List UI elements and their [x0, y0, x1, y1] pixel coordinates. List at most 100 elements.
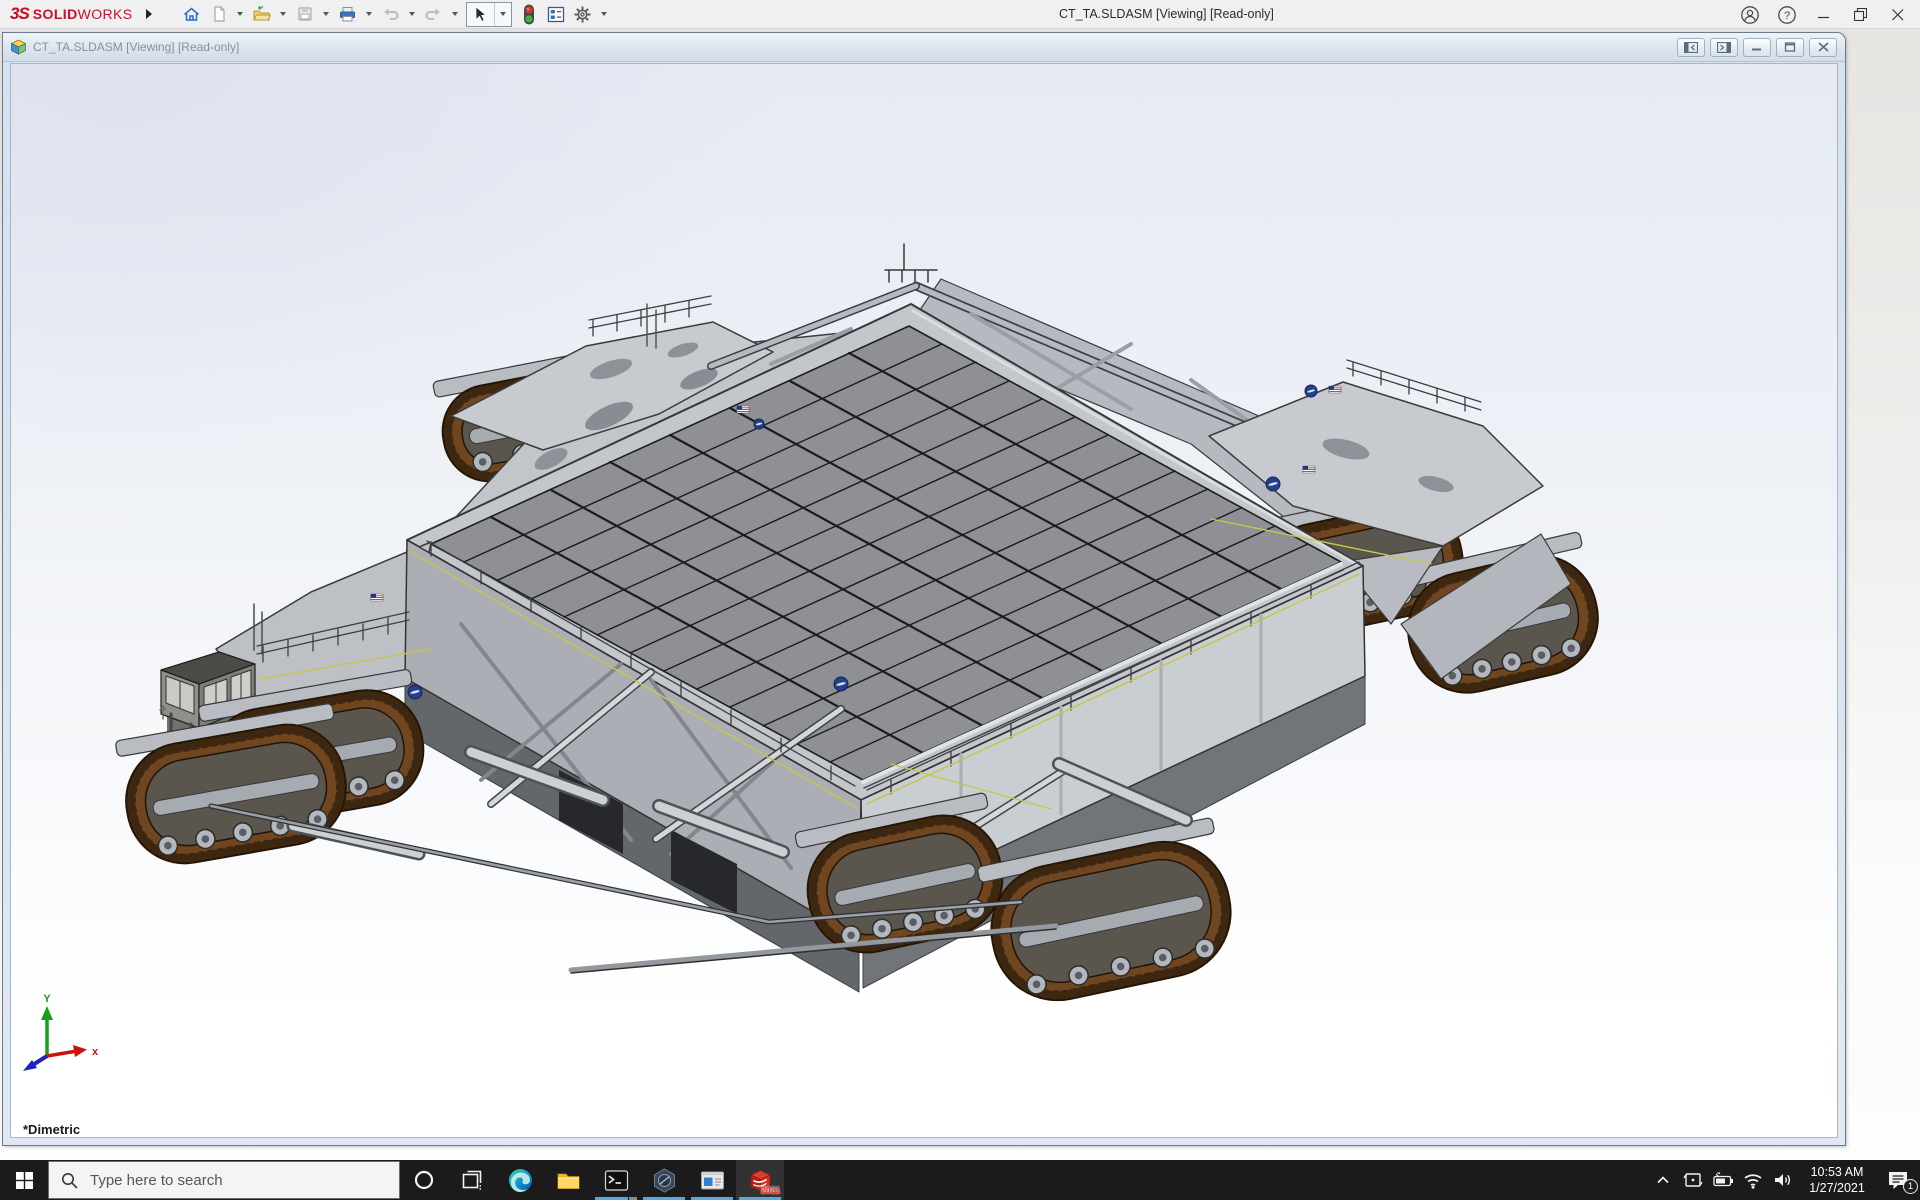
battery-charging-icon	[1711, 1170, 1735, 1190]
search-input[interactable]	[88, 1171, 358, 1190]
doc-minimize-icon	[1751, 42, 1763, 52]
collapse-left-pane-button[interactable]	[1677, 38, 1705, 57]
taskbar-window-app-button[interactable]	[688, 1160, 736, 1200]
options-button[interactable]	[569, 2, 596, 27]
doc-close-button[interactable]	[1809, 38, 1837, 57]
new-document-button[interactable]	[205, 2, 232, 27]
taskbar-search[interactable]	[48, 1161, 400, 1199]
task-view-icon	[459, 1167, 485, 1193]
file-explorer-icon	[555, 1167, 582, 1194]
undo-icon	[381, 5, 400, 23]
minimize-button[interactable]	[1805, 0, 1842, 29]
print-dropdown[interactable]	[366, 12, 372, 16]
doc-restore-icon	[1784, 42, 1796, 52]
hexagon-app-icon	[651, 1167, 678, 1194]
assembly-document-icon	[10, 39, 27, 55]
restore-icon	[1854, 8, 1867, 21]
document-title: CT_TA.SLDASM [Viewing] [Read-only]	[33, 40, 239, 54]
open-button[interactable]	[248, 2, 275, 27]
help-button[interactable]: ?	[1768, 0, 1805, 29]
options-dropdown[interactable]	[601, 12, 607, 16]
document-titlebar[interactable]: CT_TA.SLDASM [Viewing] [Read-only]	[3, 33, 1845, 62]
crawler-transporter-model[interactable]	[11, 64, 1838, 1111]
mdi-background: CT_TA.SLDASM [Viewing] [Read-only]	[0, 29, 1920, 1160]
undo-button[interactable]	[377, 2, 404, 27]
select-tool-group	[466, 2, 512, 27]
minimize-icon	[1818, 9, 1830, 21]
print-button[interactable]	[334, 2, 361, 27]
undo-dropdown[interactable]	[409, 12, 415, 16]
notification-badge: 1	[1903, 1179, 1918, 1194]
print-icon	[338, 5, 357, 23]
select-button[interactable]	[467, 2, 494, 27]
redo-icon	[424, 5, 443, 23]
solidworks-logo: 3S SOLID WORKS	[10, 4, 132, 24]
taskbar-command-prompt-button[interactable]	[592, 1160, 640, 1200]
save-button[interactable]	[291, 2, 318, 27]
traffic-light-icon	[523, 4, 535, 25]
select-dropdown[interactable]	[500, 12, 506, 16]
speaker-icon	[1771, 1170, 1795, 1190]
edge-icon	[507, 1167, 534, 1194]
display-list-icon	[547, 6, 565, 23]
doc-close-icon	[1818, 42, 1829, 52]
pane-right-icon	[1717, 42, 1731, 53]
document-window: CT_TA.SLDASM [Viewing] [Read-only]	[2, 32, 1846, 1146]
taskbar-solidworks-button[interactable]: 2021	[736, 1160, 784, 1200]
tablet-mode-icon	[1682, 1170, 1704, 1190]
tablet-mode-button[interactable]	[1678, 1160, 1708, 1200]
display-pane-button[interactable]	[542, 2, 569, 27]
redo-button[interactable]	[420, 2, 447, 27]
redo-dropdown[interactable]	[452, 12, 458, 16]
close-button[interactable]	[1879, 0, 1916, 29]
cortana-button[interactable]	[400, 1160, 448, 1200]
save-dropdown[interactable]	[323, 12, 329, 16]
svg-text:x: x	[92, 1046, 99, 1058]
app-window-controls: ?	[1731, 0, 1916, 29]
top-railing	[885, 244, 937, 282]
restore-button[interactable]	[1842, 0, 1879, 29]
3ds-logo-mark: 3S	[10, 4, 29, 24]
hidden-icons-button[interactable]	[1648, 1160, 1678, 1200]
select-separator	[494, 3, 495, 26]
view-orientation-label: *Dimetric	[23, 1122, 80, 1137]
app-titlebar: 3S SOLID WORKS	[0, 0, 1920, 29]
svg-text:Y: Y	[43, 993, 51, 1005]
network-button[interactable]	[1738, 1160, 1768, 1200]
help-icon: ?	[1777, 5, 1797, 25]
command-prompt-icon	[603, 1167, 630, 1194]
account-icon	[1740, 5, 1760, 25]
close-icon	[1892, 9, 1904, 21]
home-button[interactable]	[178, 2, 205, 27]
home-icon	[182, 5, 201, 23]
open-folder-icon	[252, 5, 271, 23]
doc-minimize-button[interactable]	[1743, 38, 1771, 57]
menu-flyout-arrow-icon[interactable]	[146, 9, 152, 19]
windows-logo-icon	[16, 1172, 33, 1189]
doc-restore-button[interactable]	[1776, 38, 1804, 57]
app-title: CT_TA.SLDASM [Viewing] [Read-only]	[1059, 0, 1274, 29]
tray-time: 10:53 AM	[1809, 1164, 1865, 1180]
svg-text:?: ?	[1783, 10, 1789, 22]
taskbar-file-explorer-button[interactable]	[544, 1160, 592, 1200]
graphics-viewport[interactable]: Y x *Dimetric	[10, 63, 1838, 1138]
chevron-up-icon	[1655, 1172, 1671, 1188]
task-view-button[interactable]	[448, 1160, 496, 1200]
collapse-right-pane-button[interactable]	[1710, 38, 1738, 57]
gear-icon	[573, 5, 592, 24]
start-button[interactable]	[0, 1160, 48, 1200]
new-document-dropdown[interactable]	[237, 12, 243, 16]
taskbar-hexagon-app-button[interactable]	[640, 1160, 688, 1200]
volume-button[interactable]	[1768, 1160, 1798, 1200]
battery-button[interactable]	[1708, 1160, 1738, 1200]
account-button[interactable]	[1731, 0, 1768, 29]
orientation-triad: Y x	[17, 992, 107, 1078]
document-frame: Y x *Dimetric	[3, 63, 1845, 1145]
cortana-icon	[411, 1167, 437, 1193]
action-center-button[interactable]: 1	[1876, 1160, 1920, 1200]
performance-button[interactable]	[515, 2, 542, 27]
solidworks-year-label: 2021	[761, 1185, 780, 1195]
open-dropdown[interactable]	[280, 12, 286, 16]
taskbar-clock[interactable]: 10:53 AM1/27/2021	[1798, 1160, 1876, 1200]
taskbar-edge-button[interactable]	[496, 1160, 544, 1200]
